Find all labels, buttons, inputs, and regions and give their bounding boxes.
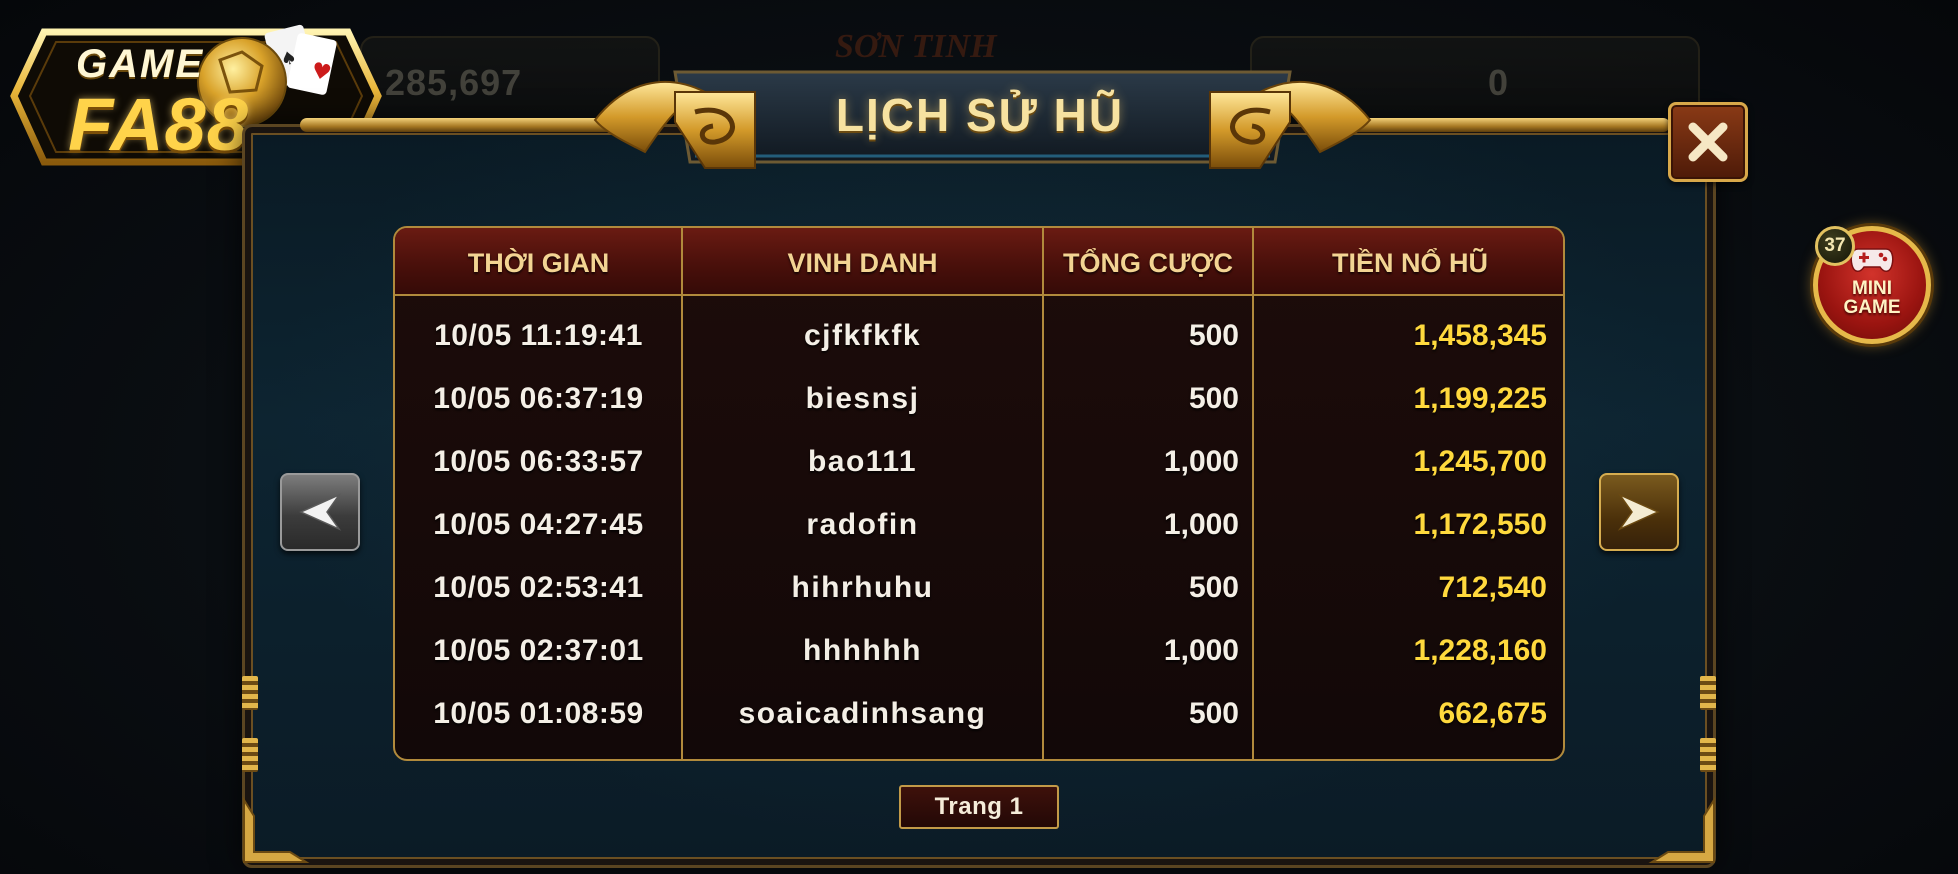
table-row: 10/05 06:33:57 bao111 1,000 1,245,700	[395, 431, 1563, 493]
table-row: 10/05 11:19:41 cjfkfkfk 500 1,458,345	[395, 305, 1563, 367]
arrow-left-icon	[299, 493, 342, 531]
cell-time: 10/05 01:08:59	[433, 697, 644, 730]
mini-game-label-bottom: GAME	[1843, 297, 1901, 318]
table-header: THỜI GIAN VINH DANH TỔNG CƯỢC TIỀN NỔ HŨ	[395, 228, 1563, 296]
header-time: THỜI GIAN	[467, 248, 610, 278]
cell-time: 10/05 06:33:57	[433, 445, 644, 478]
cell-jackpot: 1,458,345	[1413, 319, 1547, 352]
table-row: 10/05 02:53:41 hihrhuhu 500 712,540	[395, 557, 1563, 619]
cell-bet: 500	[1188, 382, 1239, 415]
logo-line2: FA88	[68, 83, 249, 166]
cell-time: 10/05 02:53:41	[433, 571, 644, 604]
arrow-right-icon	[1617, 493, 1660, 531]
header-rail-left	[300, 118, 620, 132]
next-page-button[interactable]	[1599, 473, 1679, 551]
table-row: 10/05 01:08:59 soaicadinhsang 500 662,67…	[395, 683, 1563, 745]
header-jackpot-amount: TIỀN NỔ HŨ	[1331, 248, 1488, 278]
cell-jackpot: 712,540	[1438, 571, 1547, 604]
gamepad-icon	[1850, 248, 1894, 272]
header-player: VINH DANH	[787, 248, 938, 278]
side-ornament	[242, 738, 258, 772]
cell-jackpot: 1,245,700	[1413, 445, 1547, 478]
corner-ornament-icon	[1648, 796, 1715, 863]
cell-bet: 1,000	[1163, 508, 1239, 541]
cell-time: 10/05 06:37:19	[433, 382, 644, 415]
cell-bet: 500	[1188, 319, 1239, 352]
cell-player: hhhhhh	[803, 634, 922, 667]
cell-player: bao111	[807, 445, 918, 478]
cell-player: biesnsj	[805, 382, 920, 415]
cell-bet: 500	[1188, 571, 1239, 604]
mini-game-badge: 37	[1815, 226, 1855, 266]
cell-time: 10/05 02:37:01	[433, 634, 644, 667]
close-icon	[1688, 122, 1728, 162]
dialog-title: LỊCH SỬ HŨ	[835, 89, 1125, 141]
close-button[interactable]	[1668, 102, 1748, 182]
cell-jackpot: 1,172,550	[1413, 508, 1547, 541]
logo-line1: GAME	[76, 42, 204, 86]
side-ornament	[242, 676, 258, 710]
cell-bet: 500	[1188, 697, 1239, 730]
table-row: 10/05 04:27:45 radofin 1,000 1,172,550	[395, 494, 1563, 556]
page-indicator[interactable]: Trang 1	[899, 785, 1059, 829]
side-ornament	[1700, 676, 1716, 710]
bg-left-value: 285,697	[385, 62, 523, 103]
cell-player: radofin	[806, 508, 919, 541]
corner-ornament-icon	[243, 796, 310, 863]
cell-time: 10/05 11:19:41	[434, 319, 643, 352]
side-ornament	[1700, 738, 1716, 772]
cell-bet: 1,000	[1163, 445, 1239, 478]
cell-jackpot: 662,675	[1438, 697, 1547, 730]
bg-game-title: SƠN TINH	[835, 28, 997, 65]
game-screen: 285,697 0 SƠN TINH ♥ ♠ GAME FA88 LỊCH SỬ…	[0, 0, 1958, 874]
cell-time: 10/05 04:27:45	[433, 508, 644, 541]
cell-player: hihrhuhu	[791, 571, 934, 604]
header-rail-right	[1340, 118, 1670, 132]
table-row: 10/05 06:37:19 biesnsj 500 1,199,225	[395, 368, 1563, 430]
header-total-bet: TỔNG CƯỢC	[1063, 248, 1233, 278]
cell-jackpot: 1,199,225	[1413, 382, 1547, 415]
cell-player: soaicadinhsang	[738, 697, 987, 730]
mini-game-label-top: MINI	[1851, 278, 1893, 299]
previous-page-button[interactable]	[280, 473, 360, 551]
cell-bet: 1,000	[1163, 634, 1239, 667]
bg-right-value: 0	[1488, 62, 1510, 103]
cell-jackpot: 1,228,160	[1413, 634, 1547, 667]
cell-player: cjfkfkfk	[803, 319, 922, 352]
jackpot-history-table: THỜI GIAN VINH DANH TỔNG CƯỢC TIỀN NỔ HŨ…	[393, 226, 1565, 761]
table-row: 10/05 02:37:01 hhhhhh 1,000 1,228,160	[395, 620, 1563, 682]
